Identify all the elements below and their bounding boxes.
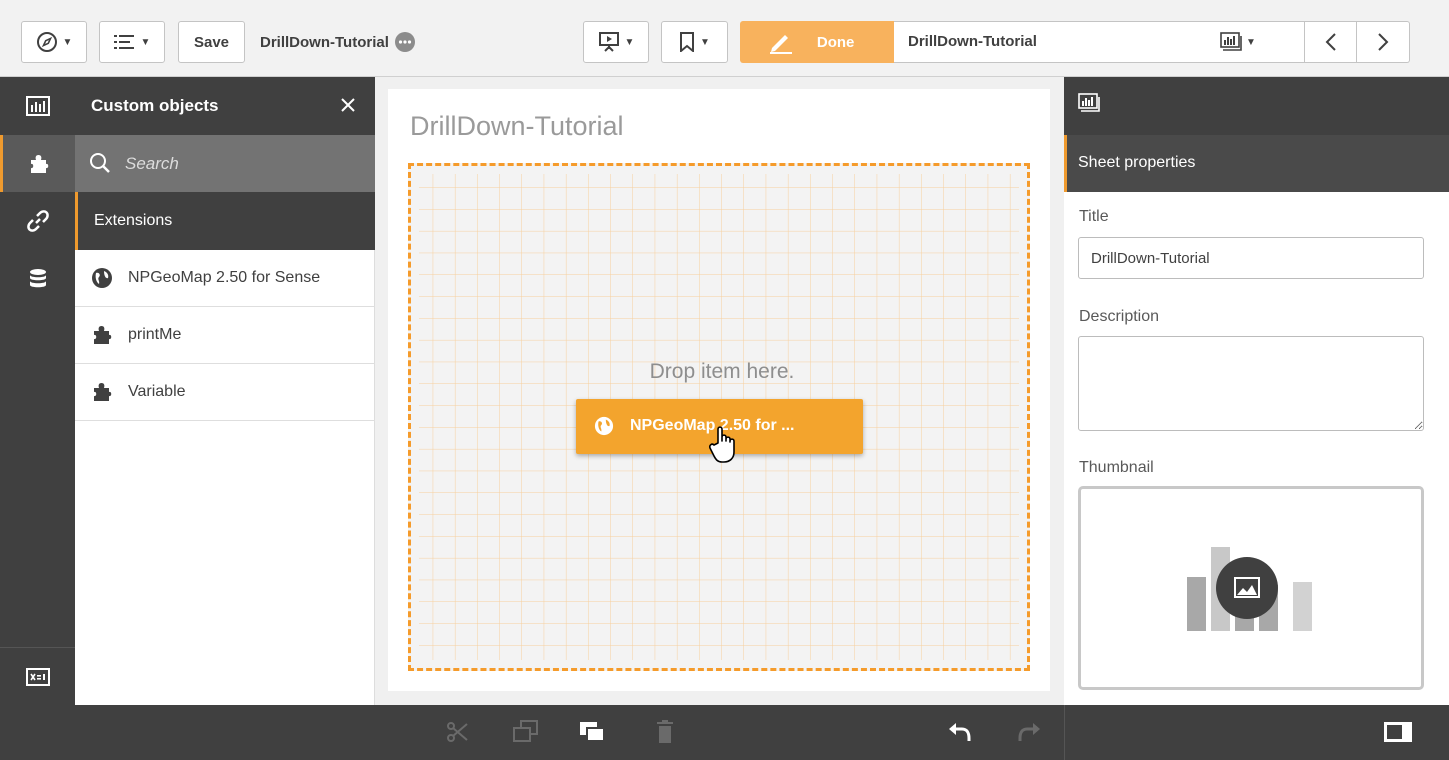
bookmark-icon <box>679 32 695 52</box>
sheet-chart-icon <box>1220 32 1242 52</box>
pencil-icon <box>768 30 794 54</box>
done-button[interactable]: Done <box>740 21 894 63</box>
copy-icon[interactable] <box>512 719 540 745</box>
hand-cursor-icon <box>708 425 740 465</box>
variable-icon <box>25 667 50 686</box>
extensions-section-header[interactable]: Extensions <box>75 192 375 250</box>
panel-header: Custom objects <box>75 77 375 135</box>
top-toolbar: ▼ ▼ Save DrillDown-Tutorial ▼ ▼ Done Dri… <box>0 0 1449 77</box>
chevron-down-icon: ▼ <box>624 36 635 48</box>
chevron-down-icon: ▼ <box>62 36 73 48</box>
cut-icon[interactable] <box>444 719 470 745</box>
close-icon[interactable] <box>340 97 356 113</box>
custom-objects-panel: Custom objects Search Extensions NPGeoMa… <box>75 77 375 705</box>
redo-icon[interactable] <box>1015 719 1043 745</box>
global-menu-button[interactable]: ▼ <box>99 21 165 63</box>
description-field[interactable] <box>1078 336 1424 431</box>
list-item-label: printMe <box>128 326 182 343</box>
properties-top-bar <box>1064 77 1449 135</box>
thumbnail-picker[interactable] <box>1078 486 1424 690</box>
compass-icon <box>36 31 58 53</box>
title-field[interactable] <box>1078 237 1424 279</box>
chevron-left-icon <box>1325 32 1337 52</box>
sheet-icon <box>1078 93 1100 113</box>
globe-icon <box>91 267 113 289</box>
save-label: Save <box>193 33 230 51</box>
extensions-label: Extensions <box>94 212 173 229</box>
thumbnail-label: Thumbnail <box>1079 459 1154 476</box>
list-item-label: NPGeoMap 2.50 for Sense <box>128 269 321 286</box>
story-presentation-button[interactable]: ▼ <box>583 21 649 63</box>
presentation-icon <box>598 31 620 53</box>
list-menu-icon <box>113 34 136 50</box>
sheet-navigator: DrillDown-Tutorial ▼ <box>894 21 1410 63</box>
search-placeholder: Search <box>125 154 179 173</box>
list-item[interactable]: Variable <box>75 364 375 421</box>
search-input[interactable]: Search <box>75 135 375 192</box>
title-label: Title <box>1079 208 1109 225</box>
drop-hint-text: Drop item here. <box>649 360 795 383</box>
asset-rail <box>0 77 75 705</box>
navigation-menu-button[interactable]: ▼ <box>21 21 87 63</box>
bar-chart-icon <box>25 96 50 116</box>
panel-title: Custom objects <box>91 96 219 115</box>
rail-master-items[interactable] <box>0 192 75 250</box>
link-icon <box>26 210 49 232</box>
more-options-icon[interactable] <box>394 32 415 52</box>
globe-icon <box>594 416 614 436</box>
thumbnail-placeholder-chart <box>1187 547 1312 631</box>
undo-icon[interactable] <box>946 719 974 745</box>
sheet-properties-title: Sheet properties <box>1078 154 1196 171</box>
database-icon <box>28 268 48 290</box>
previous-sheet-button[interactable] <box>1304 22 1356 62</box>
save-button[interactable]: Save <box>178 21 245 63</box>
bottom-toolbar <box>0 705 1449 760</box>
current-sheet-title: DrillDown-Tutorial <box>908 33 1037 50</box>
sheet-title: DrillDown-Tutorial <box>410 111 624 141</box>
puzzle-icon <box>91 324 113 346</box>
list-item-label: Variable <box>128 383 186 400</box>
delete-icon[interactable] <box>655 719 675 745</box>
search-icon <box>89 152 111 174</box>
divider <box>1064 705 1065 760</box>
rail-custom-objects[interactable] <box>0 135 75 192</box>
bookmarks-button[interactable]: ▼ <box>661 21 728 63</box>
puzzle-icon <box>28 153 50 175</box>
chevron-right-icon <box>1377 32 1389 52</box>
next-sheet-button[interactable] <box>1356 22 1408 62</box>
rail-charts[interactable] <box>0 77 75 135</box>
app-title-area: DrillDown-Tutorial <box>260 21 415 63</box>
puzzle-icon <box>91 381 113 403</box>
chevron-down-icon: ▼ <box>140 36 151 48</box>
sheet-properties-header[interactable]: Sheet properties <box>1064 135 1449 192</box>
paste-icon[interactable] <box>578 719 606 745</box>
properties-panel: Sheet properties Title Description Thumb… <box>1064 77 1449 705</box>
rail-variables[interactable] <box>0 647 75 705</box>
sheets-dropdown[interactable]: ▼ <box>1220 32 1256 52</box>
description-label: Description <box>1079 308 1160 325</box>
chevron-down-icon: ▼ <box>700 36 710 48</box>
app-title: DrillDown-Tutorial <box>260 33 389 51</box>
list-item[interactable]: printMe <box>75 307 375 364</box>
list-item[interactable]: NPGeoMap 2.50 for Sense <box>75 250 375 307</box>
toggle-properties-icon[interactable] <box>1383 720 1413 744</box>
chevron-down-icon: ▼ <box>1246 36 1256 48</box>
rail-fields[interactable] <box>0 250 75 308</box>
done-label: Done <box>816 33 855 51</box>
